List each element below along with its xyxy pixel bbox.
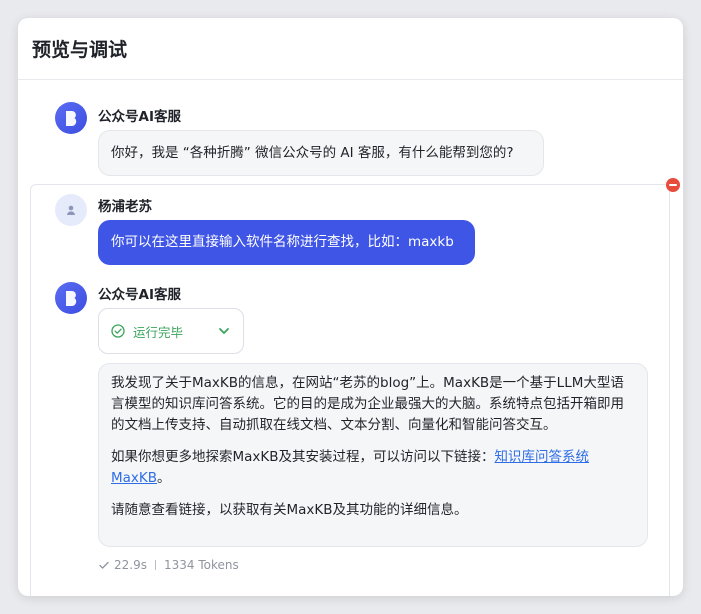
response-time: 22.9s [114,558,147,572]
remove-circle-icon [669,184,677,186]
user-avatar [55,194,87,226]
answer-text: 如果你想更多地探索MaxKB及其安装过程，可以访问以下链接： [111,449,495,465]
answer-paragraph: 我发现了关于MaxKB的信息，在网站“老苏的blog”上。MaxKB是一个基于L… [111,375,624,433]
sender-name: 杨浦老苏 [98,199,152,215]
bot-avatar [55,282,87,314]
meta-divider [154,560,156,570]
sender-name: 公众号AI客服 [98,109,181,125]
bot-message-bubble: 你好，我是 “各种折腾” 微信公众号的 AI 客服，有什么能帮到您的? [98,130,544,176]
run-status-label: 运行完毕 [133,324,184,340]
chevron-down-icon [219,328,229,334]
bot-logo-icon [66,291,77,306]
page-title: 预览与调试 [32,39,128,61]
remove-conversation-button[interactable] [666,178,680,192]
user-icon [67,205,75,215]
sender-name: 公众号AI客服 [98,287,181,303]
check-icon [99,561,109,569]
answer-meta: 22.9s 1334 Tokens [98,558,239,572]
user-message-bubble: 你可以在这里直接输入软件名称进行查找，比如：maxkb [98,220,475,265]
panel-header: 预览与调试 [18,18,683,80]
bot-answer-bubble: 我发现了关于MaxKB的信息，在网站“老苏的blog”上。MaxKB是一个基于L… [98,363,648,547]
answer-paragraph: 如果你想更多地探索MaxKB及其安装过程，可以访问以下链接：知识库问答系统Max… [111,447,635,489]
run-status-dropdown[interactable]: 运行完毕 [98,308,244,354]
debug-panel: 预览与调试 公众号AI客服 你好，我是 “各种折腾” 微信公众号的 AI 客服，… [18,18,683,596]
bot-logo-icon [66,111,77,126]
check-circle-icon [111,324,125,338]
answer-paragraph: 请随意查看链接，以获取有关MaxKB及其功能的详细信息。 [111,502,468,518]
answer-text: 。 [157,470,171,486]
bot-avatar [55,102,87,134]
token-count: 1334 Tokens [163,558,239,572]
